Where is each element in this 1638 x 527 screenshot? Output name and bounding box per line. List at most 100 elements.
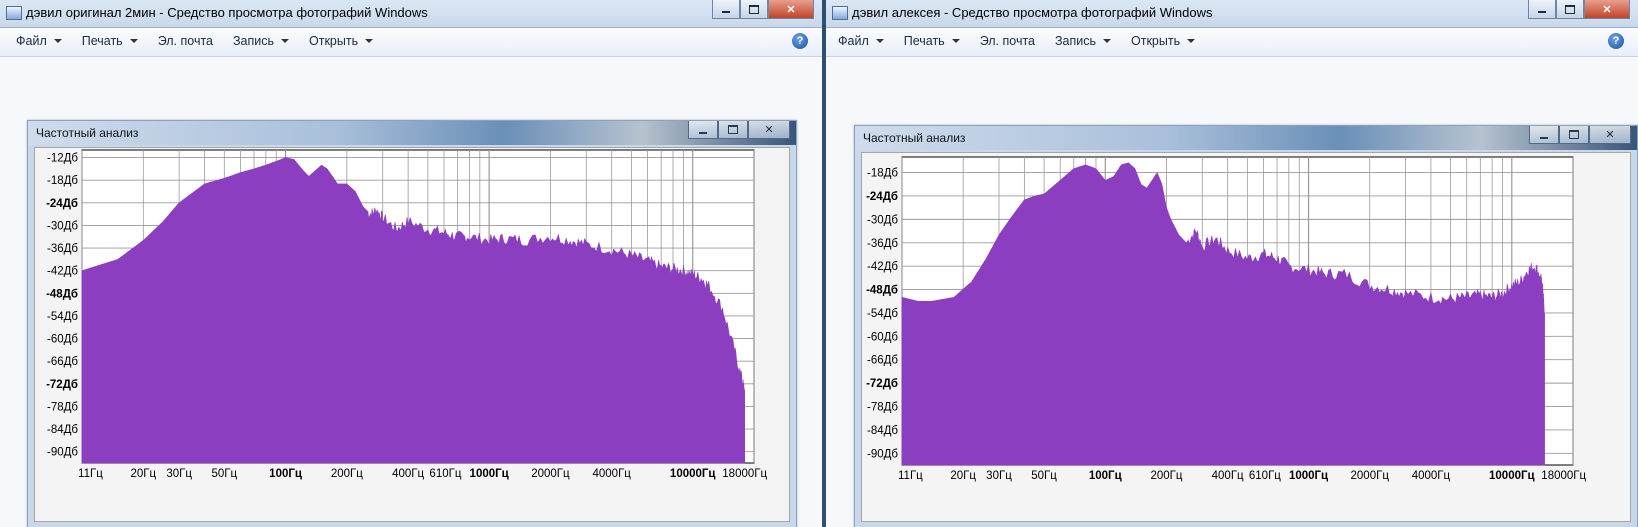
menu-print[interactable]: Печать <box>82 34 138 48</box>
minimize-button[interactable] <box>1528 0 1556 19</box>
y-tick-label: -90Дб <box>867 448 898 460</box>
dialog-close-button[interactable] <box>748 121 790 139</box>
dialog-title-bar[interactable]: Частотный анализ <box>855 126 1637 150</box>
y-tick-label: -84Дб <box>867 425 898 437</box>
dialog-minimize-button[interactable] <box>1529 126 1559 144</box>
x-tick-label: 400Гц <box>392 468 424 480</box>
chart-panel: -18Дб -24Дб -30Дб -36Дб -42Дб -48Дб -54Дб -60Дб… <box>861 152 1631 522</box>
y-tick-label: -24Дб <box>46 198 78 210</box>
chevron-down-icon <box>1187 39 1196 43</box>
y-tick-label: -90Дб <box>47 447 78 459</box>
x-tick-label: 50Гц <box>1031 470 1057 482</box>
x-tick-label: 1000Гц <box>470 468 509 480</box>
dialog-maximize-button[interactable] <box>1559 126 1589 144</box>
y-tick-label: -30Дб <box>47 220 78 232</box>
chevron-down-icon <box>129 39 138 43</box>
photo-viewer-window-left: дэвил оригинал 2мин - Средство просмотра… <box>0 0 822 527</box>
chart-panel: -12Дб -18Дб -24Дб -30Дб -36Дб -42Дб -48Дб -54Дб… <box>34 147 790 522</box>
x-tick-label: 1000Гц <box>1289 470 1328 482</box>
title-bar[interactable]: дэвил оригинал 2мин - Средство просмотра… <box>0 0 822 28</box>
photo-viewer-icon <box>6 6 22 20</box>
y-tick-label: -48Дб <box>866 285 898 297</box>
y-tick-label: -42Дб <box>47 266 78 278</box>
menu-open[interactable]: Открыть <box>309 34 374 48</box>
x-tick-label: 4000Гц <box>1412 470 1451 482</box>
x-tick-label: 30Гц <box>986 470 1012 482</box>
menu-open[interactable]: Открыть <box>1131 34 1196 48</box>
maximize-button[interactable] <box>740 0 768 19</box>
chevron-down-icon <box>1103 39 1112 43</box>
y-tick-label: -12Дб <box>47 153 78 165</box>
y-tick-label: -30Дб <box>867 214 898 226</box>
dialog-title-bar[interactable]: Частотный анализ <box>28 121 796 145</box>
x-tick-label: 11Гц <box>78 468 103 480</box>
y-tick-label: -36Дб <box>47 243 78 255</box>
y-tick-label: -36Дб <box>867 238 898 250</box>
y-tick-label: -72Дб <box>866 378 898 390</box>
frequency-spectrum-chart: -12Дб -18Дб -24Дб -30Дб -36Дб -42Дб -48Дб -54Дб… <box>46 149 767 480</box>
x-tick-label: 18000Гц <box>722 468 767 480</box>
x-tick-label: 2000Гц <box>1351 470 1390 482</box>
maximize-button[interactable] <box>1556 0 1584 19</box>
x-tick-label: 100Гц <box>269 468 302 480</box>
x-tick-label: 18000Гц <box>1541 470 1586 482</box>
dialog-title: Частотный анализ <box>36 126 139 140</box>
x-tick-label: 10000Гц <box>670 468 716 480</box>
dialog-title: Частотный анализ <box>863 131 966 145</box>
menu-burn[interactable]: Запись <box>1055 34 1112 48</box>
dialog-minimize-button[interactable] <box>688 121 718 139</box>
x-tick-label: 2000Гц <box>531 468 570 480</box>
menu-file[interactable]: Файл <box>16 34 62 48</box>
menu-email[interactable]: Эл. почта <box>980 34 1035 48</box>
menu-bar: Файл Печать Эл. почта Запись Открыть ? <box>826 28 1638 57</box>
chevron-down-icon <box>365 39 374 43</box>
x-tick-label: 10000Гц <box>1489 470 1535 482</box>
x-tick-label: 610Гц <box>429 468 461 480</box>
help-icon[interactable]: ? <box>792 33 808 49</box>
close-button[interactable]: ✕ <box>1584 0 1630 19</box>
y-tick-label: -78Дб <box>47 401 78 413</box>
photo-viewer-icon <box>832 6 848 20</box>
chevron-down-icon <box>951 39 960 43</box>
y-tick-label: -66Дб <box>47 356 78 368</box>
window-title: дэвил алексея - Средство просмотра фотог… <box>852 5 1213 20</box>
title-bar[interactable]: дэвил алексея - Средство просмотра фотог… <box>826 0 1638 28</box>
x-tick-label: 400Гц <box>1212 470 1244 482</box>
dialog-close-button[interactable] <box>1589 126 1631 144</box>
menu-email[interactable]: Эл. почта <box>158 34 213 48</box>
x-tick-label: 4000Гц <box>593 468 632 480</box>
chevron-down-icon <box>281 39 290 43</box>
menu-bar: Файл Печать Эл. почта Запись Открыть ? <box>0 28 822 57</box>
y-tick-label: -66Дб <box>867 355 898 367</box>
y-tick-label: -24Дб <box>866 191 898 203</box>
chevron-down-icon <box>875 39 884 43</box>
y-tick-label: -60Дб <box>867 331 898 343</box>
close-button[interactable]: ✕ <box>768 0 814 19</box>
y-tick-label: -42Дб <box>867 261 898 273</box>
minimize-button[interactable] <box>712 0 740 19</box>
menu-print[interactable]: Печать <box>904 34 960 48</box>
y-tick-label: -84Дб <box>47 424 78 436</box>
y-tick-label: -78Дб <box>867 402 898 414</box>
y-tick-label: -18Дб <box>867 168 898 180</box>
photo-viewer-window-right: дэвил алексея - Средство просмотра фотог… <box>826 0 1638 527</box>
menu-burn[interactable]: Запись <box>233 34 290 48</box>
x-tick-label: 20Гц <box>950 470 976 482</box>
frequency-analysis-dialog: Частотный анализ -18Дб -24Дб -30Дб -36Дб -42… <box>854 125 1638 527</box>
window-title: дэвил оригинал 2мин - Средство просмотра… <box>26 5 428 20</box>
help-icon[interactable]: ? <box>1608 33 1624 49</box>
menu-file[interactable]: Файл <box>838 34 884 48</box>
dialog-maximize-button[interactable] <box>718 121 748 139</box>
y-tick-label: -54Дб <box>47 311 78 323</box>
frequency-spectrum-chart: -18Дб -24Дб -30Дб -36Дб -42Дб -48Дб -54Дб -60Дб… <box>866 156 1587 482</box>
y-tick-label: -54Дб <box>867 308 898 320</box>
x-tick-label: 100Гц <box>1089 470 1122 482</box>
x-tick-label: 200Гц <box>331 468 363 480</box>
x-tick-label: 200Гц <box>1150 470 1182 482</box>
x-tick-label: 610Гц <box>1249 470 1281 482</box>
y-tick-label: -48Дб <box>46 288 78 300</box>
x-tick-label: 50Гц <box>211 468 237 480</box>
chevron-down-icon <box>53 39 62 43</box>
x-tick-label: 20Гц <box>130 468 156 480</box>
x-tick-label: 30Гц <box>166 468 192 480</box>
